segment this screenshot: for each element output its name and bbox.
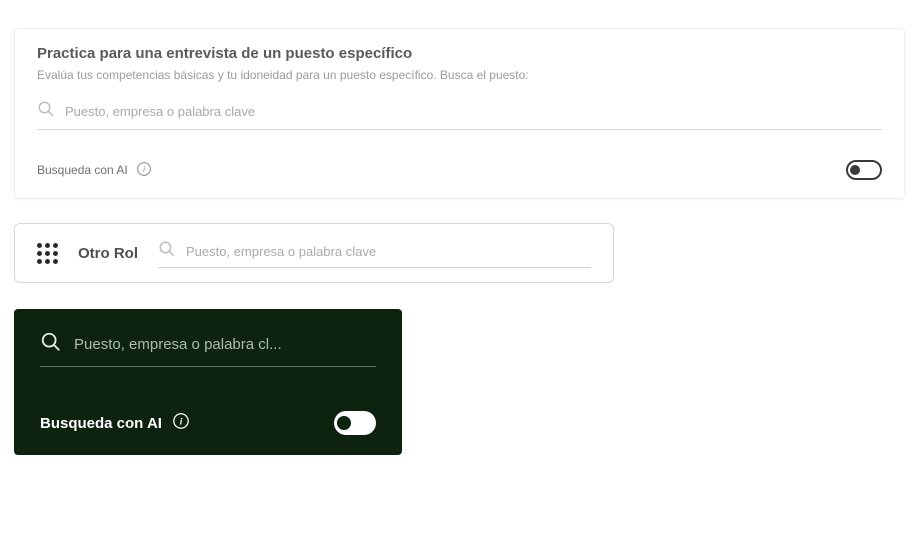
- search-field-container: [37, 96, 882, 130]
- svg-text:i: i: [180, 417, 183, 427]
- section-1: Practica para una entrevista de un puest…: [14, 28, 905, 199]
- search-input[interactable]: [65, 104, 882, 119]
- svg-text:i: i: [143, 165, 145, 174]
- section-2: Otro Rol: [14, 223, 905, 283]
- info-icon[interactable]: i: [172, 412, 190, 434]
- search-icon: [37, 100, 55, 123]
- ai-search-toggle-dark[interactable]: [334, 411, 376, 435]
- toggle-knob: [337, 416, 351, 430]
- section-3: Puesto, empresa o palabra cl... Busqueda…: [14, 309, 905, 455]
- search-icon: [40, 331, 62, 358]
- light-panel: Practica para una entrevista de un puest…: [14, 28, 905, 199]
- search-placeholder-text: Puesto, empresa o palabra cl...: [74, 336, 282, 353]
- other-role-label: Otro Rol: [78, 245, 138, 262]
- ai-search-row-dark: Busqueda con AI i: [40, 411, 376, 435]
- ai-search-label-group-dark: Busqueda con AI i: [40, 412, 190, 434]
- search-input-2[interactable]: [186, 244, 591, 259]
- dark-panel: Puesto, empresa o palabra cl... Busqueda…: [14, 309, 402, 455]
- panel-subtitle: Evalúa tus competencias básicas y tu ido…: [37, 68, 882, 82]
- other-role-card: Otro Rol: [14, 223, 614, 283]
- info-icon[interactable]: i: [136, 161, 152, 180]
- toggle-knob: [850, 165, 860, 175]
- ai-search-row: Busqueda con AI i: [37, 160, 882, 180]
- search-field-container-2: [158, 238, 591, 268]
- search-field-container-3[interactable]: Puesto, empresa o palabra cl...: [40, 331, 376, 367]
- panel-title: Practica para una entrevista de un puest…: [37, 45, 882, 62]
- ai-search-label-dark: Busqueda con AI: [40, 415, 162, 432]
- ai-search-label-group: Busqueda con AI i: [37, 161, 152, 180]
- ai-search-label: Busqueda con AI: [37, 163, 128, 177]
- search-icon: [158, 240, 176, 263]
- grid-icon: [37, 243, 58, 264]
- ai-search-toggle[interactable]: [846, 160, 882, 180]
